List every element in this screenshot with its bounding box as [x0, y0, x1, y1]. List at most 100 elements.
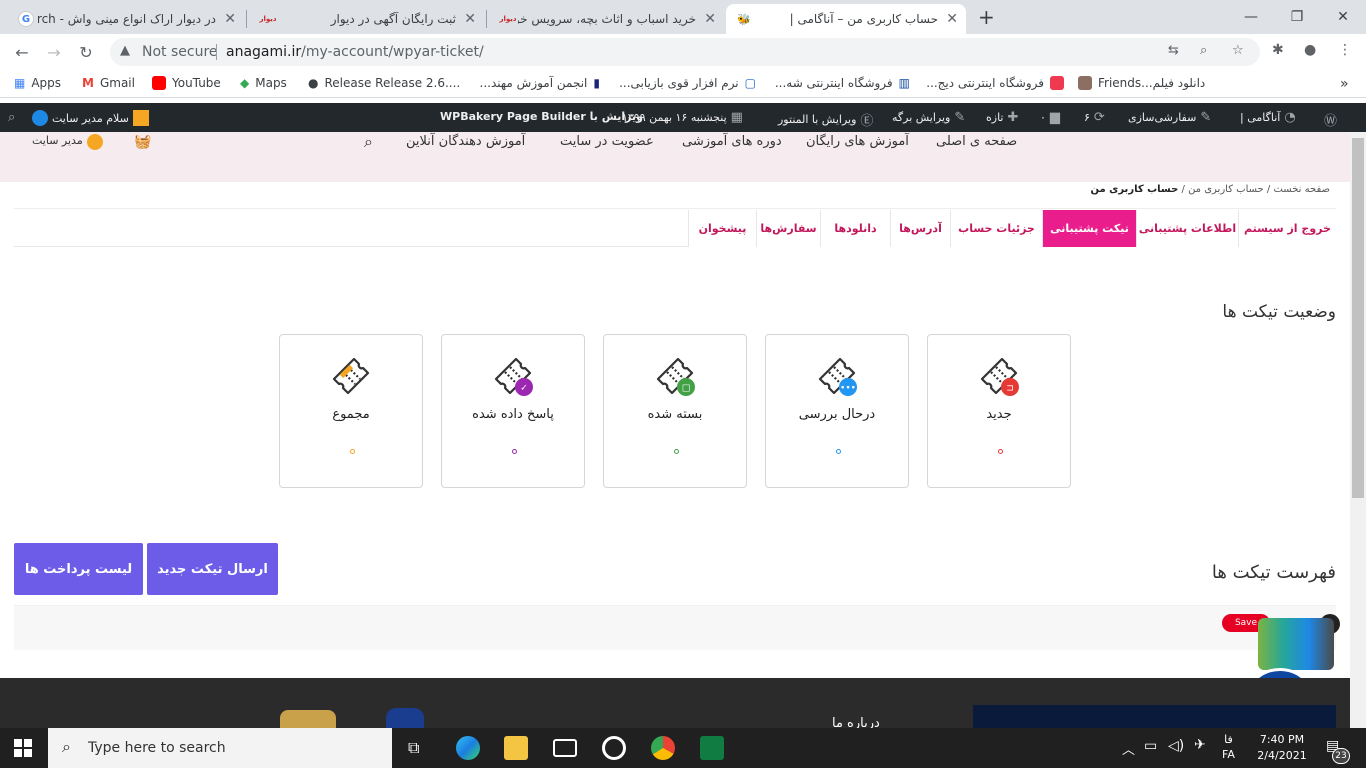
- admin-search-icon[interactable]: ⌕: [8, 110, 15, 125]
- admin-comments-link[interactable]: ▆ ۰: [1040, 110, 1060, 125]
- bookmark-maps[interactable]: ◆ Maps: [240, 76, 287, 90]
- site-search-icon[interactable]: ⌕: [364, 132, 373, 152]
- bookmark-store-2[interactable]: فروشگاه اینترنتی دیج...: [924, 76, 1064, 90]
- volume-icon[interactable]: ◁): [1168, 738, 1184, 754]
- admin-updates-link[interactable]: ⟳ ۶: [1084, 110, 1105, 125]
- bookmark-recovery[interactable]: ▢ نرم افزار قوی بازیابی...: [616, 76, 756, 90]
- divar-icon: دیوار: [259, 15, 277, 23]
- bookmark-release[interactable]: ● Release Release 2.6....: [308, 76, 460, 90]
- tab-orders[interactable]: سفارش‌ها: [756, 210, 820, 247]
- browser-tab-3[interactable]: دیوار خرید اسباب و اثاث بچه، سرویس خو ✕: [488, 4, 724, 34]
- tab-title: در دیوار اراک انواع مینی واش - arch: [38, 12, 216, 26]
- bookmark-star-icon[interactable]: ☆: [1232, 43, 1244, 58]
- bookmark-youtube[interactable]: YouTube: [152, 76, 221, 90]
- file-explorer-icon[interactable]: [504, 736, 528, 760]
- ticket-icon: ⊐: [980, 357, 1019, 396]
- card-label: مجموع: [332, 407, 370, 422]
- admin-elementor-link[interactable]: Ⓔ ویرایش با المنتور: [778, 110, 873, 129]
- ticket-status-title: وضعیت تیکت ها: [1222, 302, 1336, 322]
- tab-addresses[interactable]: آدرس‌ها: [890, 210, 950, 247]
- card-label: جدید: [986, 407, 1012, 422]
- wordpress-icon[interactable]: Ⓦ: [1324, 110, 1337, 129]
- user-menu[interactable]: مدیر سایت: [32, 134, 103, 150]
- nav-item-tutors[interactable]: آموزش دهندگان آنلاین: [406, 134, 525, 149]
- bookmark-gmail[interactable]: M Gmail: [82, 76, 135, 90]
- admin-edit-page-link[interactable]: ✎ ویرایش برگه: [892, 110, 965, 125]
- scrollbar-thumb[interactable]: [1352, 138, 1364, 498]
- mail-icon[interactable]: [553, 739, 577, 757]
- admin-new-link[interactable]: ✚ تازه: [986, 110, 1018, 125]
- tab-logout[interactable]: خروج از سیستم: [1238, 210, 1336, 247]
- back-icon[interactable]: ←: [10, 40, 34, 64]
- admin-customize-link[interactable]: ✎ سفارشی‌سازی: [1128, 110, 1211, 125]
- new-tab-button[interactable]: +: [978, 5, 995, 29]
- cart-icon[interactable]: 🧺: [134, 134, 151, 150]
- admin-wpbakery-link[interactable]: ویرایش با WPBakery Page Builder: [440, 110, 643, 123]
- tab-dashboard[interactable]: پیشخوان: [688, 210, 756, 247]
- tab-downloads[interactable]: دانلودها: [820, 210, 890, 247]
- browser-tab-1[interactable]: G در دیوار اراک انواع مینی واش - arch ✕: [8, 4, 244, 34]
- page-scrollbar[interactable]: [1350, 132, 1366, 728]
- tab-account-details[interactable]: جزئیات حساب: [950, 210, 1042, 247]
- clock[interactable]: 7:40 PM 2/4/2021: [1254, 732, 1310, 764]
- task-view-icon[interactable]: ⧉: [408, 738, 419, 758]
- nav-item-courses[interactable]: دوره های آموزشی: [682, 134, 782, 149]
- battery-icon[interactable]: ▭: [1144, 738, 1157, 754]
- taskbar-search[interactable]: ⌕ Type here to search: [48, 728, 392, 768]
- extensions-icon[interactable]: ✱: [1272, 42, 1284, 58]
- media-player-icon[interactable]: [602, 736, 626, 760]
- zoom-icon[interactable]: ⌕: [1200, 43, 1207, 58]
- card-answered[interactable]: ✓ پاسخ داده شده: [441, 334, 585, 488]
- language-indicator[interactable]: فا FA: [1222, 732, 1235, 762]
- spreadsheet-app-icon[interactable]: [700, 736, 724, 760]
- samandehi-badge[interactable]: [386, 708, 424, 728]
- new-ticket-button[interactable]: ارسال تیکت جدید: [147, 543, 278, 595]
- bookmarks-overflow[interactable]: »: [1340, 76, 1349, 92]
- bookmark-store-1[interactable]: ▥ فروشگاه اینترنتی شه...: [770, 76, 910, 90]
- minimize-icon[interactable]: —: [1228, 0, 1274, 34]
- admin-account-link[interactable]: سلام مدیر سایت: [32, 110, 149, 126]
- tab-support-info[interactable]: اطلاعات پشتیبانی: [1136, 210, 1238, 247]
- bookmark-movies[interactable]: Friends...دانلود فیلم: [1078, 76, 1218, 90]
- breadcrumb-home[interactable]: صفحه نخست: [1273, 184, 1330, 195]
- payments-list-button[interactable]: لیست پرداخت ها: [14, 543, 143, 595]
- tab-support-ticket[interactable]: تیکت پشتیبانی: [1042, 210, 1136, 247]
- profile-icon[interactable]: ●: [1304, 42, 1316, 58]
- close-tab-icon[interactable]: ✕: [946, 11, 958, 27]
- taskbar-search-input[interactable]: Type here to search: [88, 740, 226, 756]
- restore-icon[interactable]: ❐: [1274, 0, 1320, 34]
- forward-icon[interactable]: →: [42, 40, 66, 64]
- card-new[interactable]: ⊐ جدید: [927, 334, 1071, 488]
- pencil-icon: ✎: [954, 110, 966, 125]
- edge-icon[interactable]: [456, 736, 480, 760]
- chrome-icon[interactable]: [651, 736, 675, 760]
- card-total[interactable]: مجموع: [279, 334, 423, 488]
- nav-item-home[interactable]: صفحه ی اصلی: [936, 134, 1017, 149]
- browser-tab-active[interactable]: 🐝 حساب کاربری من – آناگامی | ✕: [726, 4, 966, 34]
- bookmark-apps[interactable]: ▦ Apps: [14, 76, 61, 90]
- url-text[interactable]: anagami.ir/my-account/wpyar-ticket/: [226, 44, 484, 60]
- nav-item-membership[interactable]: عضویت در سایت: [560, 134, 654, 149]
- close-tab-icon[interactable]: ✕: [464, 11, 476, 27]
- card-in-review[interactable]: ••• درحال بررسی: [765, 334, 909, 488]
- bookmark-engineering[interactable]: ▮ انجمن آموزش مهند...: [464, 76, 600, 90]
- windows-start-icon[interactable]: [14, 739, 32, 757]
- close-window-icon[interactable]: ✕: [1320, 0, 1366, 34]
- translate-icon[interactable]: ⇆: [1168, 43, 1179, 58]
- close-tab-icon[interactable]: ✕: [224, 11, 236, 27]
- card-count-dot: [350, 449, 355, 454]
- close-tab-icon[interactable]: ✕: [704, 11, 716, 27]
- site-icon: ▥: [898, 76, 910, 90]
- admin-site-link[interactable]: ◔ آناگامی |: [1240, 110, 1296, 125]
- nav-item-free[interactable]: آموزش های رایگان: [806, 134, 909, 149]
- breadcrumb-account[interactable]: حساب کاربری من: [1188, 184, 1264, 195]
- ticket-list-area: [14, 606, 1336, 650]
- address-bar[interactable]: ▲ Not secure anagami.ir/my-account/wpyar…: [110, 38, 1260, 66]
- browser-tab-2[interactable]: دیوار ثبت رایگان آگهی در دیوار ✕: [248, 4, 484, 34]
- enamad-badge[interactable]: [280, 710, 336, 728]
- menu-icon[interactable]: ⋮: [1338, 42, 1352, 58]
- reload-icon[interactable]: ↻: [74, 40, 98, 64]
- show-hidden-icons[interactable]: ︿: [1122, 739, 1135, 758]
- airplane-mode-icon[interactable]: ✈: [1194, 737, 1206, 753]
- card-closed[interactable]: □ بسته شده: [603, 334, 747, 488]
